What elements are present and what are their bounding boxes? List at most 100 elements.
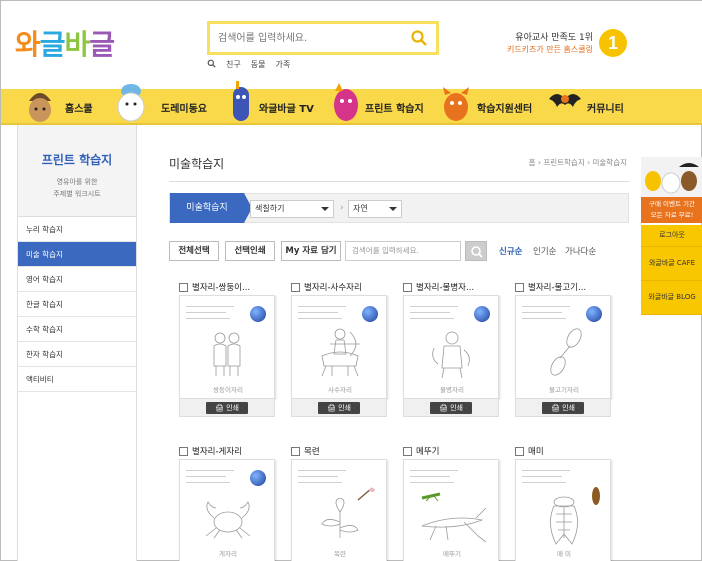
nav-label: 프린트 학습지: [365, 103, 424, 115]
print-button[interactable]: 🖨 인쇄: [542, 402, 584, 414]
card-thumbnail[interactable]: 게자리: [179, 459, 275, 561]
sidebar-item-activity[interactable]: 액티비티: [18, 367, 136, 392]
sort-newest[interactable]: 신규순: [499, 245, 522, 257]
sidebar-menu: 누리 학습지 미술 학습지 영어 학습지 한글 학습지 수학 학습지 한자 학습…: [18, 217, 136, 392]
header: 와글바글 친구 동물 가족 유아교사 만족도 1위 키드키즈가 만든 홈스쿨링 …: [1, 1, 702, 89]
print-button[interactable]: 🖨 인쇄: [206, 402, 248, 414]
card-thumbnail[interactable]: 목련: [291, 459, 387, 561]
nav-label: 홈스쿨: [65, 103, 93, 115]
sidebar-item-nuri[interactable]: 누리 학습지: [18, 217, 136, 242]
card-header: 별자리-물병자...: [403, 279, 499, 295]
card-title[interactable]: 별자리-물고기...: [528, 281, 586, 293]
print-button[interactable]: 🖨 인쇄: [318, 402, 360, 414]
card-thumbnail[interactable]: 메뚜기: [403, 459, 499, 561]
sidebar-subtitle-line: 주제별 워크시트: [53, 190, 101, 198]
breadcrumb: 홈 › 프린트학습지 › 미술학습지: [528, 158, 627, 167]
card-print-bar: 🖨 인쇄: [403, 399, 499, 417]
print-button[interactable]: 🖨 인쇄: [430, 402, 472, 414]
card-caption: 물고기자리: [549, 386, 579, 394]
card-thumbnail[interactable]: 쌍둥이자리: [179, 295, 275, 399]
filter-category-tab[interactable]: 미술학습지: [170, 193, 252, 223]
card-checkbox[interactable]: [291, 282, 300, 292]
card-title[interactable]: 별자리-게자리: [192, 445, 242, 457]
worksheet-card[interactable]: 별자리-물병자... 물병자리 🖨 인쇄: [403, 279, 499, 425]
card-thumbnail[interactable]: 사수자리: [291, 295, 387, 399]
worksheet-card[interactable]: 목련 목련: [291, 443, 387, 561]
worksheet-card[interactable]: 별자리-사수자리 사수자리 🖨 인쇄: [291, 279, 387, 425]
sort-popular[interactable]: 인기순: [533, 245, 556, 257]
float-promo[interactable]: 구매 이벤트 기간 모든 자료 무료!: [641, 197, 702, 223]
sidebar-item-english[interactable]: 영어 학습지: [18, 267, 136, 292]
cicada-sample-icon: [592, 487, 600, 505]
select-all-button[interactable]: 전체선택: [169, 241, 219, 261]
list-search-input[interactable]: 검색어를 입력하세요.: [345, 241, 461, 261]
card-caption: 메뚜기: [443, 550, 461, 558]
card-title[interactable]: 매미: [528, 445, 544, 457]
sidebar-item-hanja[interactable]: 한자 학습지: [18, 342, 136, 367]
print-label: 인쇄: [450, 404, 463, 412]
logo-char: 와: [15, 28, 41, 61]
nav-item-doremi[interactable]: 도레미동요: [113, 84, 207, 125]
keyword-link[interactable]: 가족: [275, 59, 290, 70]
card-checkbox[interactable]: [403, 282, 412, 292]
nav-item-tv[interactable]: 와글바글 TV: [227, 81, 314, 125]
card-header: 메뚜기: [403, 443, 499, 459]
list-search-button[interactable]: [465, 241, 487, 261]
card-checkbox[interactable]: [515, 446, 524, 456]
type-select[interactable]: 색칠하기: [250, 200, 334, 218]
bat-mascot-icon: [549, 94, 581, 107]
add-to-my-materials-button[interactable]: My 자료 담기: [281, 241, 341, 261]
card-thumbnail[interactable]: 매 미: [515, 459, 611, 561]
archer-drawing-icon: [321, 328, 360, 377]
nav-item-support[interactable]: 학습지원센터: [441, 87, 532, 125]
card-header: 별자리-물고기...: [515, 279, 611, 295]
filter-bar: 미술학습지 색칠하기 › 자연: [169, 193, 629, 223]
card-caption: 물병자리: [440, 386, 464, 394]
topic-select[interactable]: 자연: [348, 200, 402, 218]
promo-line1: 유아교사 만족도 1위: [515, 33, 593, 43]
card-print-bar: 🖨 인쇄: [515, 399, 611, 417]
card-checkbox[interactable]: [515, 282, 524, 292]
blue-monster-icon: [233, 81, 249, 121]
card-title[interactable]: 별자리-물병자...: [416, 281, 474, 293]
sidebar-item-art[interactable]: 미술 학습지: [18, 242, 136, 267]
card-title[interactable]: 목련: [304, 445, 320, 457]
logout-link[interactable]: 로그아웃: [641, 225, 702, 247]
keyword-link[interactable]: 친구: [226, 59, 241, 70]
card-checkbox[interactable]: [291, 446, 300, 456]
worksheet-card[interactable]: 별자리-물고기... 물고기자리 🖨 인쇄: [515, 279, 611, 425]
keyword-link[interactable]: 동물: [251, 59, 266, 70]
card-checkbox[interactable]: [179, 446, 188, 456]
card-checkbox[interactable]: [403, 446, 412, 456]
sort-alphabetical[interactable]: 가나다순: [565, 245, 596, 257]
nav-item-community[interactable]: 커뮤니티: [547, 89, 624, 125]
blog-link[interactable]: 와글바글 BLOG: [641, 281, 702, 315]
sidebar-item-math[interactable]: 수학 학습지: [18, 317, 136, 342]
print-selected-button[interactable]: 선택인쇄: [225, 241, 275, 261]
type-select-value: 색칠하기: [255, 204, 285, 213]
logo-char: 글: [39, 28, 66, 61]
header-promo: 유아교사 만족도 1위 키드키즈가 만든 홈스쿨링 1: [501, 27, 631, 59]
cafe-link[interactable]: 와글바글 CAFE: [641, 247, 702, 281]
main-search-input[interactable]: [218, 24, 408, 52]
sidebar-item-hangul[interactable]: 한글 학습지: [18, 292, 136, 317]
worksheet-card[interactable]: 별자리-쌍둥이... 쌍둥이자리 🖨 인쇄: [179, 279, 275, 425]
worksheet-card[interactable]: 메뚜기 메뚜기: [403, 443, 499, 561]
print-label: 인쇄: [562, 404, 575, 412]
card-print-bar: 🖨 인쇄: [291, 399, 387, 417]
card-title[interactable]: 메뚜기: [416, 445, 439, 457]
card-caption: 목련: [334, 550, 346, 558]
card-title[interactable]: 별자리-쌍둥이...: [192, 281, 250, 293]
worksheet-card[interactable]: 별자리-게자리 게자리: [179, 443, 275, 561]
main-search: [207, 21, 439, 55]
search-icon[interactable]: [410, 29, 428, 47]
worksheet-card[interactable]: 매미 매 미: [515, 443, 611, 561]
site-logo[interactable]: 와글바글: [15, 23, 115, 63]
nav-item-print[interactable]: 프린트 학습지: [331, 83, 424, 125]
card-thumbnail[interactable]: 물병자리: [403, 295, 499, 399]
card-title[interactable]: 별자리-사수자리: [304, 281, 362, 293]
card-thumbnail[interactable]: 물고기자리: [515, 295, 611, 399]
nav-item-homeschool[interactable]: 홈스쿨: [23, 89, 93, 125]
divider: [169, 181, 629, 182]
card-checkbox[interactable]: [179, 282, 188, 292]
